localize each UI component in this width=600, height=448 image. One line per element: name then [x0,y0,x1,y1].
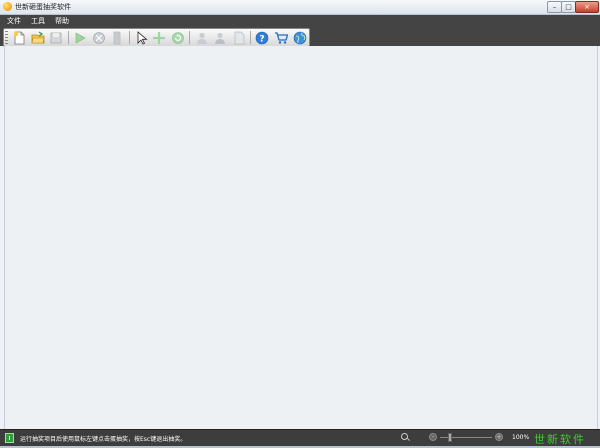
toolbar-separator [189,31,191,44]
cursor-icon [137,30,148,45]
minimize-button[interactable]: – [547,1,562,13]
toolbar-separator [250,31,252,44]
user-alt-button[interactable] [213,30,228,45]
page-icon [234,31,245,44]
refresh-icon [172,31,184,44]
zoom-out-button[interactable]: - [429,433,437,441]
toolbar-separator [128,31,130,44]
select-button[interactable] [134,30,149,45]
app-window: 世新砸蛋抽奖软件 – □ × 文件 工具 帮助 ? 运行抽奖项目后使用鼠标左键点… [0,0,600,448]
list-button[interactable] [110,30,125,45]
globe-icon [293,31,306,44]
cart-icon [275,31,289,44]
user-icon [196,32,207,44]
close-icon: × [584,3,590,11]
toolbar-separator [67,31,69,44]
user-alt-icon [215,32,226,44]
toolstrip: ? [3,28,310,47]
tools-button[interactable] [91,30,106,45]
menu-tools[interactable]: 工具 [26,15,50,27]
user-button[interactable] [194,30,209,45]
app-icon [3,2,12,11]
move-button[interactable] [152,30,167,45]
window-title: 世新砸蛋抽奖软件 [15,3,71,11]
play-icon [75,31,86,44]
zoom-icon [401,433,408,440]
toolbar: ? [0,27,600,47]
title-bar[interactable]: 世新砸蛋抽奖软件 – □ × [0,0,600,15]
close-button[interactable]: × [575,1,599,13]
info-icon [5,433,14,443]
maximize-icon: □ [565,3,572,11]
help-button[interactable]: ? [255,30,270,45]
menu-file[interactable]: 文件 [0,15,26,27]
help-icon: ? [256,31,269,44]
zoom-level: 100% [512,434,530,441]
page-button[interactable] [232,30,247,45]
svg-text:?: ? [260,34,265,44]
save-icon [51,32,62,43]
zoom-in-button[interactable]: + [495,433,503,441]
status-message: 运行抽奖项目后使用鼠标左键点击蛋抽奖，按Esc键退出抽奖。 [20,436,187,443]
menu-help[interactable]: 帮助 [50,15,74,27]
minimize-icon: – [552,3,557,11]
maximize-button[interactable]: □ [561,1,576,13]
tools-icon [92,31,105,44]
list-icon [113,31,121,44]
save-button[interactable] [49,30,64,45]
move-icon [153,31,166,44]
open-button[interactable] [31,30,46,45]
brand-logo: 世新软件 [534,433,586,446]
zoom-slider-thumb[interactable] [448,433,453,442]
status-bar: 运行抽奖项目后使用鼠标左键点击蛋抽奖，按Esc键退出抽奖。 - + 100% 世… [0,429,600,446]
new-document-icon [14,31,25,44]
new-button[interactable] [12,30,27,45]
website-button[interactable] [292,30,307,45]
lottery-canvas[interactable] [4,46,598,429]
cart-button[interactable] [274,30,289,45]
open-folder-icon [31,31,45,43]
toolbar-grip-handle[interactable] [5,31,8,44]
refresh-button[interactable] [171,30,186,45]
run-button[interactable] [73,30,88,45]
menu-bar: 文件 工具 帮助 [0,15,600,27]
